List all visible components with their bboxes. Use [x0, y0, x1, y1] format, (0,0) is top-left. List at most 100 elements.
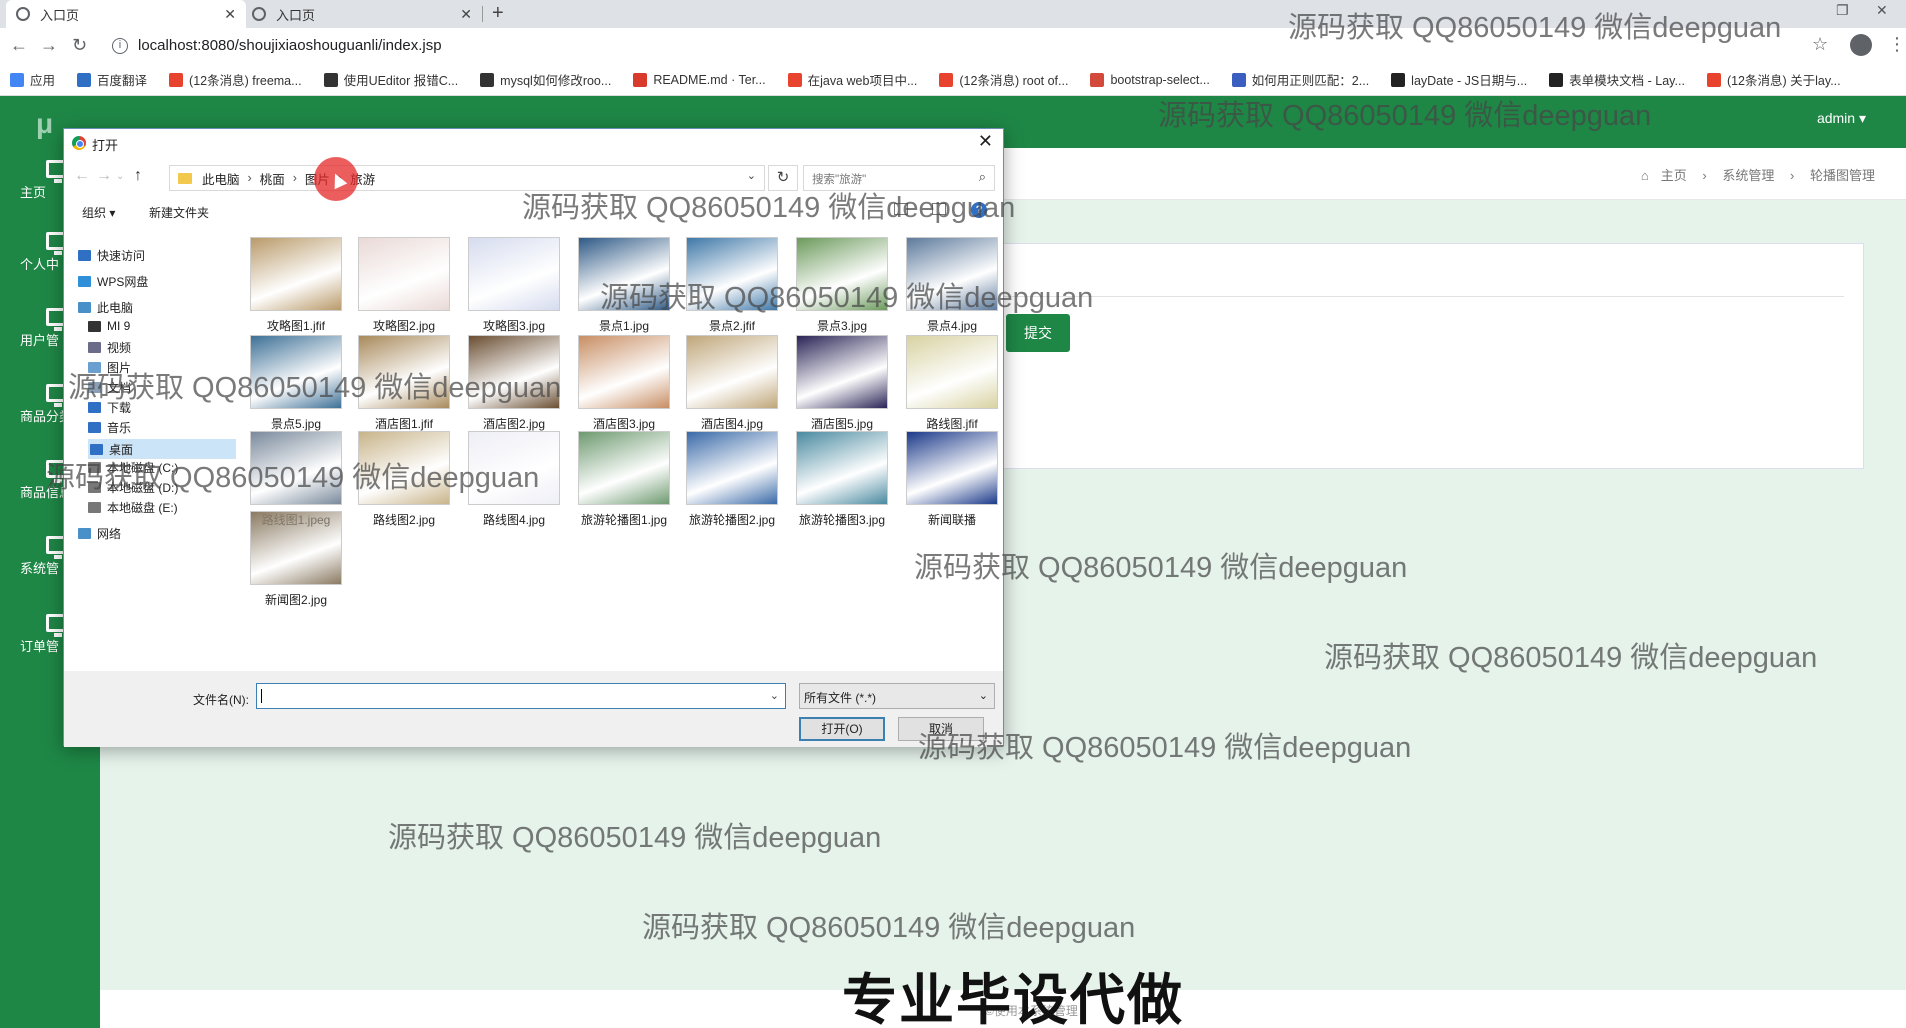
file-item[interactable]: 景点5.jpg	[246, 335, 346, 432]
file-item[interactable]: 酒店图4.jpg	[682, 335, 782, 432]
file-name: 酒店图3.jpg	[592, 417, 656, 431]
file-item[interactable]: 路线图2.jpg	[354, 431, 454, 528]
browser-menu-icon[interactable]: ⋮	[1888, 34, 1906, 55]
path-segment[interactable]: 桃面	[260, 169, 285, 188]
file-item[interactable]: 酒店图2.jpg	[464, 335, 564, 432]
file-item[interactable]: 旅游轮播图2.jpg	[682, 431, 782, 528]
folder-icon	[178, 172, 192, 184]
bookmark-item[interactable]: README.md · Ter...	[633, 72, 766, 87]
file-item[interactable]: 景点1.jpg	[574, 237, 674, 334]
path-bar[interactable]: 此电脑 › 桃面 › 图片 › 旅游 ⌄	[169, 165, 765, 191]
path-segment[interactable]: 此电脑	[202, 169, 240, 188]
bookmark-label: 表单模块文档 - Lay...	[1569, 74, 1685, 88]
file-item[interactable]: 酒店图3.jpg	[574, 335, 674, 432]
tree-item[interactable]: 音乐	[88, 419, 131, 436]
search-input[interactable]: 搜索"旅游" ⌕	[803, 165, 995, 191]
tree-item[interactable]: 图片	[88, 359, 131, 376]
cancel-button[interactable]: 取消	[898, 717, 984, 741]
browser-tab[interactable]: 入口页 ✕	[242, 0, 482, 28]
bookmark-item[interactable]: layDate - JS日期与...	[1391, 70, 1527, 89]
file-item[interactable]: 新闻图2.jpg	[246, 511, 346, 608]
file-item[interactable]: 旅游轮播图1.jpg	[574, 431, 674, 528]
close-tab-icon[interactable]: ✕	[224, 6, 236, 23]
restore-window-icon[interactable]: ❐	[1836, 2, 1849, 19]
bookmark-item[interactable]: (12条消息) 关于lay...	[1706, 70, 1841, 89]
filename-label: 文件名(N):	[193, 693, 249, 707]
file-item[interactable]: 酒店图1.jfif	[354, 335, 454, 432]
tree-item[interactable]: 视频	[88, 339, 131, 356]
bookmark-item[interactable]: 如何用正则匹配：2...	[1231, 70, 1369, 89]
file-item[interactable]: 路线图.jfif	[902, 335, 1002, 432]
forward-icon[interactable]: →	[40, 35, 58, 56]
close-tab-icon[interactable]: ✕	[460, 6, 472, 23]
bookmark-item[interactable]: (12条消息) freema...	[169, 70, 302, 89]
file-item[interactable]: 路线图4.jpg	[464, 431, 564, 528]
browser-tab[interactable]: 入口页 ✕	[6, 0, 246, 28]
file-item[interactable]: 景点4.jpg	[902, 237, 1002, 334]
bookmark-icon	[10, 72, 24, 87]
filename-input[interactable]: ⌄	[256, 683, 786, 709]
reload-icon[interactable]: ↻	[72, 35, 87, 56]
recent-dropdown-icon[interactable]: ⌄	[116, 171, 124, 182]
image-thumbnail	[906, 237, 998, 311]
file-name: 新闻联播	[927, 513, 976, 527]
bookmark-icon	[787, 72, 802, 87]
bookmark-item[interactable]: 使用UEditor 报错C...	[323, 70, 458, 89]
file-item[interactable]: 攻略图2.jpg	[354, 237, 454, 334]
tree-item[interactable]: 此电脑	[78, 299, 133, 316]
back-icon[interactable]: ←	[10, 35, 28, 56]
profile-icon[interactable]	[1850, 34, 1872, 56]
forward-icon[interactable]: →	[96, 167, 112, 185]
tree-item[interactable]: 本地磁盘 (D:)	[88, 479, 178, 496]
up-folder-icon[interactable]: ↑	[134, 167, 142, 185]
back-icon[interactable]: ←	[74, 167, 90, 185]
bookmark-item[interactable]: (12条消息) root of...	[939, 70, 1068, 89]
preview-pane-icon[interactable]	[932, 203, 946, 215]
bookmark-item[interactable]: 表单模块文档 - Lay...	[1549, 70, 1685, 89]
bookmark-star-icon[interactable]: ☆	[1812, 34, 1828, 55]
file-item[interactable]: 新闻联播	[902, 431, 1002, 528]
bookmark-item[interactable]: bootstrap-select...	[1090, 72, 1210, 87]
site-info-icon[interactable]: i	[112, 38, 128, 54]
file-item[interactable]: 景点3.jpg	[792, 237, 892, 334]
dialog-footer: 文件名(N): ⌄ 所有文件 (*.*) ⌄ 打开(O) 取消	[64, 671, 1003, 747]
promo-banner: 专业毕设代做	[842, 969, 1185, 1028]
close-window-icon[interactable]: ✕	[1876, 2, 1888, 19]
submit-button[interactable]: 提交	[1006, 314, 1070, 352]
refresh-icon[interactable]: ↻	[768, 165, 798, 191]
breadcrumb-system[interactable]: 系统管理	[1722, 168, 1774, 183]
view-mode-icon[interactable]	[894, 203, 908, 215]
bookmark-item[interactable]: 在java web项目中...	[787, 70, 917, 89]
tree-item[interactable]: MI 9	[88, 319, 130, 333]
new-tab-icon[interactable]: +	[492, 2, 504, 25]
new-folder-button[interactable]: 新建文件夹	[149, 204, 209, 221]
bookmark-item[interactable]: 百度翻译	[77, 70, 147, 89]
close-icon[interactable]: ✕	[978, 131, 993, 152]
open-button[interactable]: 打开(O)	[799, 717, 885, 741]
tree-item[interactable]: 下载	[88, 399, 131, 416]
tree-item[interactable]: 桌面	[88, 439, 236, 459]
user-menu[interactable]: admin ▾	[1817, 110, 1866, 127]
organize-menu[interactable]: 组织 ▾	[82, 204, 115, 221]
tree-item[interactable]: 网络	[78, 525, 121, 542]
tree-item[interactable]: 快速访问	[78, 247, 145, 264]
url-field[interactable]: localhost:8080/shoujixiaoshouguanli/inde…	[138, 37, 442, 54]
tree-item[interactable]: 本地磁盘 (E:)	[88, 499, 178, 516]
file-item[interactable]: 酒店图5.jpg	[792, 335, 892, 432]
bookmark-item[interactable]: mysql如何修改roo...	[480, 70, 611, 89]
tree-item[interactable]: WPS网盘	[78, 273, 148, 290]
tree-item[interactable]: 本地磁盘 (C:)	[88, 459, 178, 476]
file-item[interactable]: 攻略图3.jpg	[464, 237, 564, 334]
bookmark-label: bootstrap-select...	[1110, 72, 1210, 87]
filetype-select[interactable]: 所有文件 (*.*) ⌄	[799, 683, 995, 709]
chevron-down-icon[interactable]: ⌄	[770, 689, 779, 702]
help-icon[interactable]: ?	[971, 202, 987, 218]
chevron-down-icon[interactable]: ⌄	[747, 169, 756, 182]
file-item[interactable]: 旅游轮播图3.jpg	[792, 431, 892, 528]
folder-icon	[78, 528, 91, 539]
tree-item[interactable]: 文档	[88, 379, 131, 396]
file-item[interactable]: 景点2.jfif	[682, 237, 782, 334]
bookmark-item[interactable]: 应用	[10, 70, 55, 89]
file-item[interactable]: 攻略图1.jfif	[246, 237, 346, 334]
breadcrumb-home[interactable]: 主页	[1661, 168, 1687, 183]
